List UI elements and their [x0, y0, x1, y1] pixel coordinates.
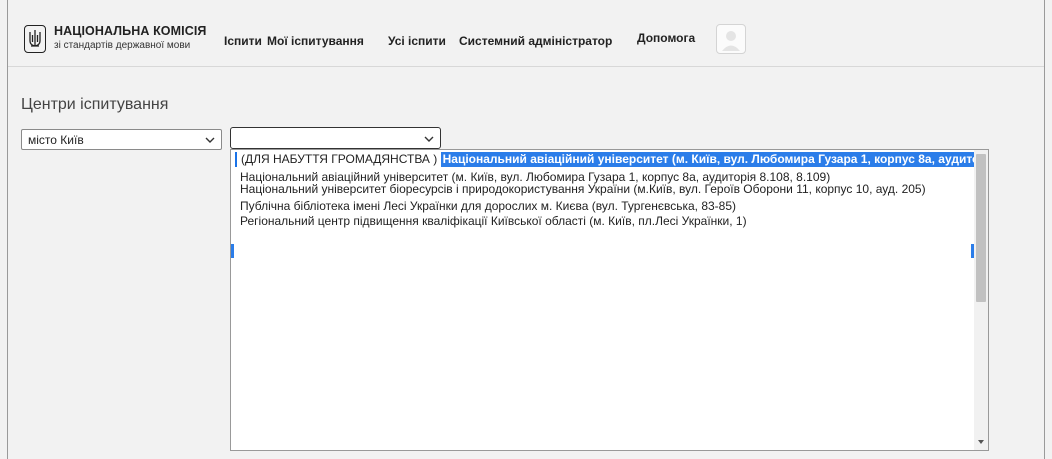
dropdown-option-selected[interactable]: (ДЛЯ НАБУТТЯ ГРОМАДЯНСТВА ) Національний… [235, 152, 988, 167]
logo-title[interactable]: НАЦІОНАЛЬНА КОМІСІЯ [54, 24, 207, 38]
header: НАЦІОНАЛЬНА КОМІСІЯ зі стандартів держав… [8, 0, 1044, 67]
scrollbar-thumb[interactable] [976, 154, 986, 302]
city-select[interactable]: місто Київ [21, 129, 222, 150]
center-dropdown-list[interactable]: (ДЛЯ НАБУТТЯ ГРОМАДЯНСТВА ) Національний… [230, 149, 989, 451]
nav-exams[interactable]: Іспити [224, 34, 262, 48]
help-link[interactable]: Допомога [637, 31, 695, 45]
selected-option-label: Національний авіаційний університет (м. … [440, 152, 988, 167]
selected-option-prefix: (ДЛЯ НАБУТТЯ ГРОМАДЯНСТВА ) [235, 152, 437, 167]
dropdown-option[interactable]: Регіональний центр підвищення кваліфікац… [240, 214, 747, 228]
dropdown-option[interactable]: Публічна бібліотека імені Лесі Українки … [240, 199, 736, 213]
center-select[interactable] [230, 127, 441, 149]
user-icon [722, 31, 740, 51]
user-avatar[interactable] [716, 24, 746, 54]
nav-my-testing[interactable]: Мої іспитування [267, 34, 364, 48]
dropdown-scrollbar[interactable] [974, 150, 988, 450]
scroll-down-arrow-icon[interactable] [978, 440, 984, 444]
focus-marker-left [231, 244, 234, 258]
chevron-down-icon [424, 136, 434, 142]
trident-logo-icon[interactable] [24, 25, 46, 53]
chevron-down-icon [205, 137, 215, 143]
nav-system-admin[interactable]: Системний адміністратор [459, 34, 612, 48]
dropdown-option[interactable]: Національний університет біоресурсів і п… [240, 182, 926, 196]
logo-subtitle: зі стандартів державної мови [54, 40, 191, 51]
nav-all-exams[interactable]: Усі іспити [388, 34, 446, 48]
city-select-value: місто Київ [28, 133, 84, 147]
page-title: Центри іспитування [21, 96, 169, 113]
